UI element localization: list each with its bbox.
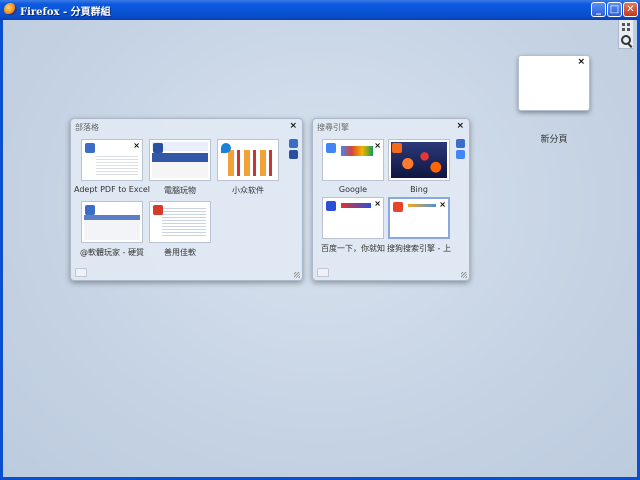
title-bar: Firefox - 分頁群組 _ □ ✕ (0, 0, 640, 20)
stack-favicon-icon (289, 150, 298, 159)
minimize-button[interactable]: _ (591, 2, 606, 17)
tab-thumbnail[interactable]: × (388, 197, 450, 239)
tab-close-button[interactable]: × (374, 141, 381, 150)
tab-label: Bing (410, 185, 428, 194)
page-favicon-icon (393, 202, 403, 212)
tab-google[interactable]: × Google (322, 139, 384, 194)
tab-thumbnail[interactable] (149, 201, 211, 243)
page-favicon-icon (221, 143, 231, 153)
tab-baidu[interactable]: × 百度一下，你就知 (321, 197, 385, 254)
page-favicon-icon (326, 201, 336, 211)
group-resize-handle[interactable] (461, 272, 467, 278)
tab-close-button[interactable]: × (374, 199, 381, 208)
page-preview (341, 146, 373, 156)
tab-thumbnail[interactable]: × (322, 197, 384, 239)
firefox-icon (4, 3, 17, 16)
tab-label: 善用佳軟 (164, 248, 196, 257)
tab-thumbnail[interactable] (149, 139, 211, 181)
maximize-button[interactable]: □ (607, 2, 622, 17)
corner-toolbar (618, 20, 633, 49)
tab-thumbnail[interactable] (217, 139, 279, 181)
tab-bing[interactable]: Bing (388, 139, 450, 194)
tab-thumbnail[interactable] (81, 201, 143, 243)
tab-ruanti-wanjia[interactable]: @軟體玩家 - 硬質 (80, 201, 144, 258)
page-favicon-icon (326, 143, 336, 153)
tab-group-search-engines[interactable]: 搜尋引擎 × × Google Bing × 百度一下，你就知 × 搜狗搜索引擎… (312, 118, 470, 281)
tab-close-button[interactable]: × (439, 200, 446, 209)
group-stack-icons (456, 139, 468, 161)
group-new-tab-button[interactable] (75, 268, 87, 277)
group-stack-icons (289, 139, 301, 161)
group-resize-handle[interactable] (294, 272, 300, 278)
group-close-button[interactable]: × (289, 121, 297, 131)
stack-favicon-icon (456, 150, 465, 159)
close-window-button[interactable]: ✕ (623, 2, 638, 17)
group-title[interactable]: 部落格 (75, 122, 99, 133)
window-title: Firefox - 分頁群組 (20, 7, 111, 18)
page-favicon-icon (153, 205, 163, 215)
stack-favicon-icon (456, 139, 465, 148)
tab-groups-icon[interactable] (622, 23, 630, 31)
tab-adept-pdf[interactable]: × Adept PDF to Excel (74, 139, 150, 194)
tab-shanyong-jiaruan[interactable]: 善用佳軟 (149, 201, 211, 258)
tab-thumbnail[interactable]: × (322, 139, 384, 181)
tab-diannao-wanwu[interactable]: 電腦玩物 (149, 139, 211, 196)
tab-group-blogs[interactable]: 部落格 × × Adept PDF to Excel 電腦玩物 小众软件 @軟體… (70, 118, 303, 281)
tab-thumbnail[interactable]: × (81, 139, 143, 181)
tab-close-button[interactable]: × (133, 141, 140, 150)
page-favicon-icon (85, 205, 95, 215)
group-title[interactable]: 搜尋引擎 (317, 122, 349, 133)
group-close-button[interactable]: × (456, 121, 464, 131)
page-preview (96, 154, 138, 176)
tab-label: 小众软件 (232, 186, 264, 195)
tab-sogou[interactable]: × 搜狗搜索引擎 - 上 (387, 197, 451, 254)
orphan-tab-new-tab[interactable]: × (518, 55, 590, 111)
page-preview (408, 204, 436, 207)
stack-favicon-icon (289, 139, 298, 148)
page-preview (162, 206, 206, 238)
tab-label: 新分頁 (540, 135, 568, 145)
search-icon[interactable] (621, 35, 631, 45)
group-new-tab-button[interactable] (317, 268, 329, 277)
tab-close-button[interactable]: × (577, 57, 585, 67)
page-favicon-icon (85, 143, 95, 153)
tab-groups-workspace[interactable]: 部落格 × × Adept PDF to Excel 電腦玩物 小众软件 @軟體… (0, 20, 640, 480)
tab-label: 搜狗搜索引擎 - 上 (387, 244, 451, 253)
tab-thumbnail[interactable] (388, 139, 450, 181)
tab-xiaozhong-ruanjian[interactable]: 小众软件 (217, 139, 279, 196)
page-favicon-icon (392, 143, 402, 153)
page-preview (228, 150, 274, 176)
page-preview (341, 203, 371, 208)
page-favicon-icon (153, 143, 163, 153)
